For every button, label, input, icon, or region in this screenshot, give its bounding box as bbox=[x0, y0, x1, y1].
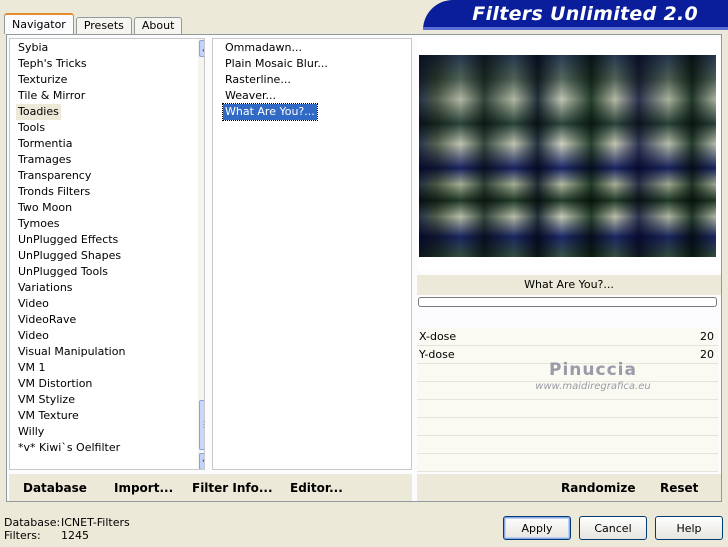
category-item[interactable]: Tronds Filters bbox=[16, 184, 92, 200]
randomize-button[interactable]: Randomize bbox=[561, 481, 635, 495]
param-value[interactable]: 20 bbox=[700, 346, 714, 364]
cancel-button[interactable]: Cancel bbox=[579, 516, 647, 540]
category-scrollbar[interactable] bbox=[198, 39, 204, 469]
category-item[interactable]: Teph's Tricks bbox=[16, 56, 89, 72]
scroll-up-button[interactable] bbox=[199, 40, 204, 57]
category-item[interactable]: Tools bbox=[16, 120, 47, 136]
param-row-empty bbox=[417, 454, 718, 472]
category-item[interactable]: Video bbox=[16, 328, 51, 344]
category-item[interactable]: UnPlugged Effects bbox=[16, 232, 120, 248]
left-toolbar: Database Import... Filter Info... Editor… bbox=[9, 474, 412, 501]
filter-item[interactable]: What Are You?... bbox=[222, 103, 318, 121]
category-item[interactable]: Tramages bbox=[16, 152, 73, 168]
watermark-name: Pinuccia bbox=[549, 360, 637, 380]
category-item[interactable]: *v* Kiwi`s Oelfilter bbox=[16, 440, 122, 456]
reset-button[interactable]: Reset bbox=[660, 481, 698, 495]
filter-list[interactable]: Ommadawn... Plain Mosaic Blur... Rasterlin… bbox=[212, 38, 412, 470]
tab-presets[interactable]: Presets bbox=[75, 17, 132, 34]
category-item[interactable]: Tymoes bbox=[16, 216, 61, 232]
category-item[interactable]: Sybia bbox=[16, 40, 50, 56]
category-item[interactable]: UnPlugged Shapes bbox=[16, 248, 123, 264]
app-title: Filters Unlimited 2.0 bbox=[472, 3, 698, 25]
parameter-panel: X-dose 20 Y-dose 20 bbox=[417, 328, 718, 472]
chevron-down-icon bbox=[202, 458, 204, 462]
category-item[interactable]: VM Texture bbox=[16, 408, 81, 424]
category-item[interactable]: VideoRave bbox=[16, 312, 78, 328]
help-button[interactable]: Help bbox=[655, 516, 723, 540]
editor-button[interactable]: Editor... bbox=[290, 481, 343, 495]
category-item[interactable]: Variations bbox=[16, 280, 75, 296]
category-item[interactable]: VM Stylize bbox=[16, 392, 77, 408]
tab-about[interactable]: About bbox=[133, 17, 183, 34]
grip-line bbox=[203, 421, 204, 422]
apply-button[interactable]: Apply bbox=[503, 516, 571, 540]
import-button[interactable]: Import... bbox=[114, 481, 173, 495]
filter-item[interactable]: Rasterline... bbox=[223, 72, 293, 88]
category-item[interactable]: VM 1 bbox=[16, 360, 48, 376]
category-item[interactable]: UnPlugged Tools bbox=[16, 264, 110, 280]
filter-info-button[interactable]: Filter Info... bbox=[192, 481, 273, 495]
category-item[interactable]: Toadies bbox=[16, 104, 61, 120]
grip-line bbox=[203, 427, 204, 428]
filter-title: What Are You?... bbox=[417, 275, 721, 295]
category-item[interactable]: Willy bbox=[16, 424, 46, 440]
watermark: Pinuccia www.maidiregrafica.eu bbox=[531, 360, 655, 392]
scroll-thumb[interactable] bbox=[199, 400, 204, 450]
category-item[interactable]: Transparency bbox=[16, 168, 93, 184]
param-label: X-dose bbox=[419, 330, 457, 343]
category-item[interactable]: Visual Manipulation bbox=[16, 344, 127, 360]
param-row-empty bbox=[417, 400, 718, 418]
category-item[interactable]: VM Distortion bbox=[16, 376, 94, 392]
database-button[interactable]: Database bbox=[23, 481, 87, 495]
status-database: Database:ICNET-Filters bbox=[4, 516, 130, 529]
filter-item[interactable]: Weaver... bbox=[223, 88, 278, 104]
category-item[interactable]: Texturize bbox=[16, 72, 69, 88]
grip-line bbox=[203, 424, 204, 425]
brand-banner: Filters Unlimited 2.0 bbox=[423, 0, 728, 30]
status-database-label: Database: bbox=[4, 516, 61, 529]
watermark-url: www.maidiregrafica.eu bbox=[535, 381, 651, 392]
status-filters: Filters: 1245 bbox=[4, 529, 89, 542]
right-toolbar: Randomize Reset bbox=[417, 474, 721, 501]
chevron-up-icon bbox=[202, 48, 204, 52]
progress-bar bbox=[418, 297, 717, 307]
param-value[interactable]: 20 bbox=[700, 328, 714, 346]
filter-item[interactable]: Ommadawn... bbox=[223, 40, 304, 56]
category-item[interactable]: Video bbox=[16, 296, 51, 312]
category-item[interactable]: Tormentia bbox=[16, 136, 74, 152]
status-database-value: ICNET-Filters bbox=[61, 516, 130, 529]
param-row-x-dose[interactable]: X-dose 20 bbox=[417, 328, 718, 346]
tab-strip: Navigator Presets About bbox=[4, 13, 184, 34]
status-filters-value: 1245 bbox=[61, 529, 89, 542]
param-row-empty bbox=[417, 418, 718, 436]
preview-image[interactable] bbox=[419, 55, 716, 257]
category-item[interactable]: Two Moon bbox=[16, 200, 74, 216]
param-label: Y-dose bbox=[419, 348, 455, 361]
category-list[interactable]: Sybia Teph's Tricks Texturize Tile & Mirror… bbox=[9, 38, 205, 470]
category-item[interactable]: Tile & Mirror bbox=[16, 88, 87, 104]
scroll-down-button[interactable] bbox=[199, 453, 204, 469]
filter-item[interactable]: Plain Mosaic Blur... bbox=[223, 56, 330, 72]
tab-navigator[interactable]: Navigator bbox=[4, 13, 74, 34]
status-filters-label: Filters: bbox=[4, 529, 41, 542]
param-row-empty bbox=[417, 436, 718, 454]
